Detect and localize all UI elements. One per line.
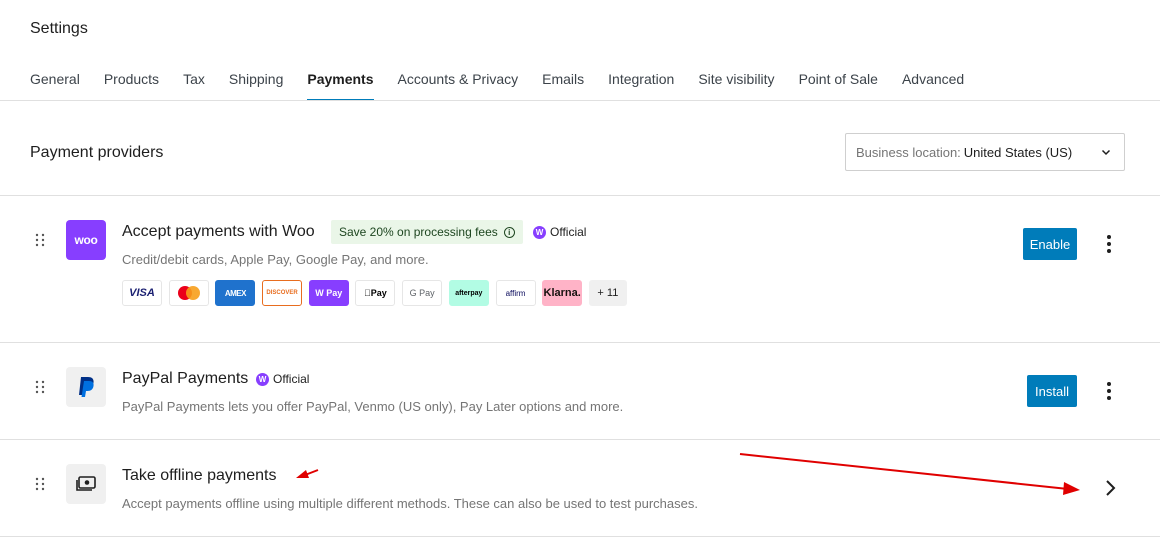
tab-advanced[interactable]: Advanced: [902, 70, 964, 101]
drag-handle-icon[interactable]: [35, 233, 45, 247]
discover-text: DISCOVER: [266, 290, 298, 296]
woo-logo-text: woo: [74, 233, 98, 247]
discover-icon: DISCOVER: [262, 280, 303, 306]
tab-site-visibility[interactable]: Site visibility: [698, 70, 774, 101]
tabs-divider: [0, 100, 1160, 101]
tab-accounts-privacy[interactable]: Accounts & Privacy: [398, 70, 519, 101]
google-pay-icon: G Pay: [402, 280, 443, 306]
more-methods-badge[interactable]: + 11: [588, 280, 627, 306]
paypal-icon: [79, 377, 94, 397]
official-label: Official: [550, 225, 587, 239]
affirm-icon: affirm: [495, 280, 536, 306]
more-methods-count: + 11: [597, 287, 619, 299]
chevron-right-icon[interactable]: [1101, 478, 1119, 498]
official-badge: W Official: [256, 372, 309, 386]
cash-icon: [76, 476, 96, 491]
woopay-text: Pay: [326, 288, 343, 298]
klarna-icon: Klarna.: [542, 280, 583, 306]
annotation-arrow-icon: [296, 469, 319, 478]
official-badge: W Official: [533, 225, 586, 239]
provider-title-woo: Accept payments with Woo: [122, 223, 315, 240]
tab-shipping[interactable]: Shipping: [229, 70, 284, 101]
tab-products[interactable]: Products: [104, 70, 159, 101]
visa-icon: VISA: [122, 280, 162, 306]
woopay-icon: W Pay: [308, 280, 349, 306]
amex-icon: AMEX: [215, 280, 256, 306]
provider-description-offline: Accept payments offline using multiple d…: [122, 496, 698, 511]
woo-official-icon: W: [256, 372, 269, 386]
provider-description-paypal: PayPal Payments lets you offer PayPal, V…: [122, 399, 624, 414]
section-title: Payment providers: [30, 144, 164, 161]
woo-logo: woo: [66, 220, 106, 260]
amex-text: AMEX: [224, 288, 247, 298]
promo-badge: Save 20% on processing fees i: [331, 220, 523, 244]
tab-payments[interactable]: Payments: [307, 70, 374, 101]
divider: [0, 536, 1160, 537]
page-title: Settings: [30, 20, 88, 37]
paypal-logo: [66, 367, 106, 407]
divider: [0, 342, 1160, 343]
tab-point-of-sale[interactable]: Point of Sale: [799, 70, 878, 101]
location-label: Business location:: [856, 144, 961, 160]
location-value: United States (US): [963, 144, 1073, 160]
provider-title-offline: Take offline payments: [122, 467, 277, 484]
tab-emails[interactable]: Emails: [542, 70, 584, 101]
business-location-select[interactable]: Business location: United States (US): [845, 133, 1125, 171]
settings-tabs: General Products Tax Shipping Payments A…: [30, 70, 988, 101]
google-pay-text: G Pay: [409, 288, 435, 298]
more-options-paypal-icon[interactable]: [1101, 379, 1117, 403]
tab-general[interactable]: General: [30, 70, 80, 101]
offline-payments-logo: [66, 464, 106, 504]
promo-text: Save 20% on processing fees: [339, 225, 498, 239]
drag-handle-icon[interactable]: [35, 477, 45, 491]
afterpay-icon: afterpay: [448, 280, 489, 306]
provider-title-paypal: PayPal Payments: [122, 370, 249, 387]
tab-tax[interactable]: Tax: [183, 70, 205, 101]
tab-integration[interactable]: Integration: [608, 70, 674, 101]
payment-methods-list: VISA AMEX DISCOVER W Pay Pay G Pay afte…: [122, 280, 634, 306]
chevron-down-icon: [1101, 149, 1111, 156]
official-label: Official: [273, 372, 310, 386]
provider-description-woo: Credit/debit cards, Apple Pay, Google Pa…: [122, 252, 429, 267]
apple-pay-icon: Pay: [355, 280, 396, 306]
annotation-arrow-icon: [739, 453, 1080, 495]
divider: [0, 195, 1160, 196]
afterpay-text: afterpay: [455, 289, 483, 297]
woo-official-icon: W: [533, 225, 546, 239]
affirm-text: affirm: [505, 288, 526, 298]
drag-handle-icon[interactable]: [35, 380, 45, 394]
klarna-text: Klarna.: [543, 287, 581, 299]
apple-pay-text: Pay: [367, 288, 387, 298]
enable-button[interactable]: Enable: [1023, 228, 1077, 260]
mastercard-icon: [168, 280, 209, 306]
more-options-woo-icon[interactable]: [1101, 232, 1117, 256]
divider: [0, 439, 1160, 440]
info-icon[interactable]: i: [503, 226, 515, 238]
visa-text: VISA: [129, 287, 155, 299]
install-button[interactable]: Install: [1027, 375, 1077, 407]
